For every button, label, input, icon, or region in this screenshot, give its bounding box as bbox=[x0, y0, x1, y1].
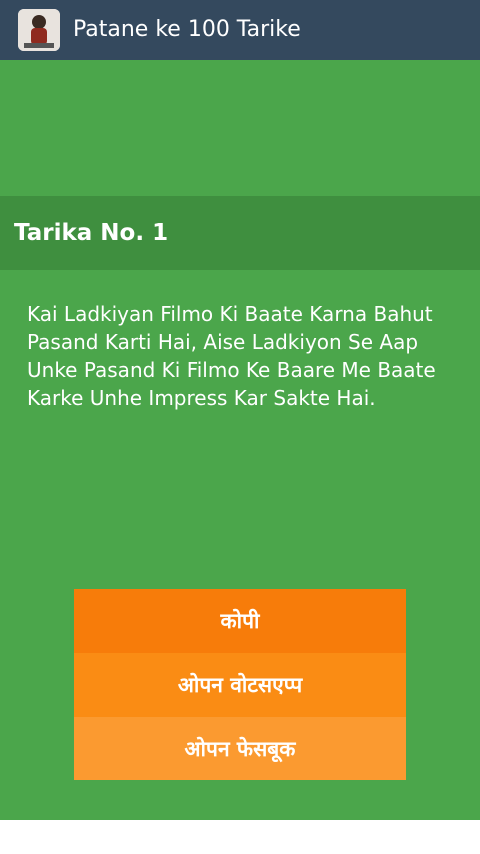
app-logo-icon[interactable] bbox=[18, 9, 60, 51]
bottom-area bbox=[0, 820, 480, 854]
tarika-text: Kai Ladkiyan Filmo Ki Baate Karna Bahut … bbox=[27, 302, 436, 410]
open-facebook-button[interactable]: ओपन फेसबूक bbox=[74, 717, 406, 780]
app-title: Patane ke 100 Tarike bbox=[73, 17, 301, 42]
action-bar: Patane ke 100 Tarike bbox=[0, 0, 480, 60]
open-whatsapp-button[interactable]: ओपन वोटसएप्प bbox=[74, 653, 406, 717]
copy-button[interactable]: कोपी bbox=[74, 589, 406, 653]
tarika-title: Tarika No. 1 bbox=[14, 220, 169, 246]
banner-space bbox=[0, 60, 480, 196]
tarika-heading-bar: Tarika No. 1 bbox=[0, 196, 480, 270]
